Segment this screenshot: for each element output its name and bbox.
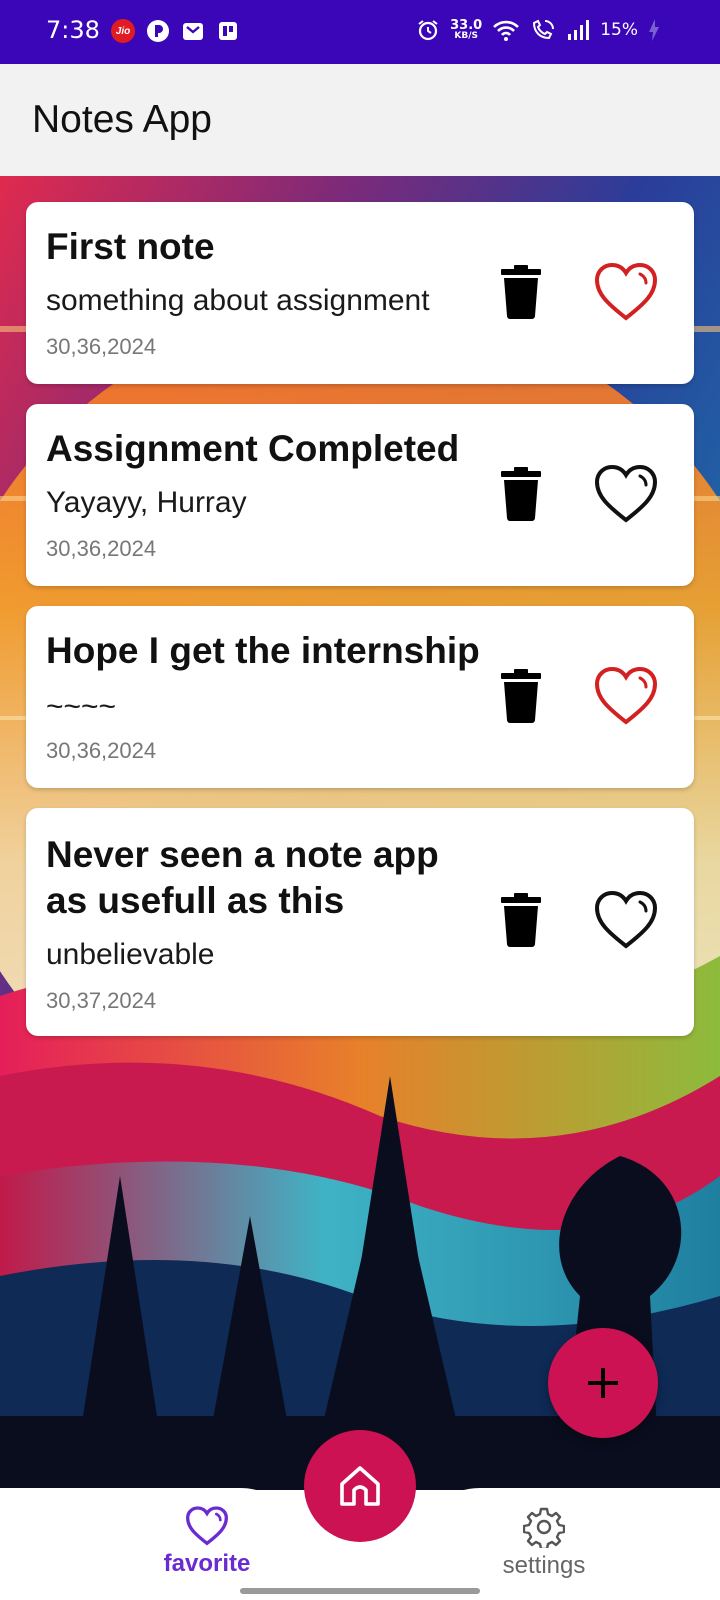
wifi-icon (493, 20, 520, 41)
note-card[interactable]: Hope I get the internship ~~~~ 30,36,202… (26, 606, 694, 788)
status-time: 7:38 (46, 16, 100, 44)
app-notification-icon (145, 18, 171, 44)
plus-icon (588, 1368, 618, 1398)
note-body: ~~~~ (46, 690, 117, 723)
heart-icon (185, 1506, 229, 1546)
note-title: Hope I get the internship (46, 630, 480, 671)
notification-icons: Jio (110, 18, 241, 44)
delete-button[interactable] (496, 890, 546, 950)
nav-label-settings: settings (502, 1552, 586, 1579)
note-title: Assignment Completed (46, 428, 460, 469)
note-date: 30,36,2024 (46, 536, 157, 561)
trash-icon (501, 669, 541, 723)
favorite-button[interactable] (592, 460, 660, 528)
note-body: unbelievable (46, 938, 215, 971)
battery-percentage: 15% (600, 20, 638, 40)
heart-icon (594, 666, 658, 725)
note-body: something about assignment (46, 284, 430, 317)
favorite-button[interactable] (592, 258, 660, 326)
app-bar: Notes App (0, 64, 720, 176)
status-bar: 7:38 Jio 33.0 KB/S 15% (0, 0, 720, 64)
alarm-icon (418, 20, 438, 41)
trash-icon (501, 265, 541, 319)
note-card[interactable]: First note something about assignment 30… (26, 202, 694, 384)
trash-icon (501, 467, 541, 521)
gear-icon (523, 1507, 565, 1548)
home-button[interactable] (304, 1430, 416, 1542)
gesture-navigation-bar[interactable] (240, 1588, 480, 1594)
nav-label-favorite: favorite (163, 1550, 251, 1577)
delete-button[interactable] (496, 666, 546, 726)
add-note-button[interactable] (548, 1328, 658, 1438)
note-date: 30,36,2024 (46, 334, 157, 359)
note-title: Never seen a note app as usefull as this (46, 834, 439, 921)
page-title: Notes App (32, 98, 212, 141)
favorite-button[interactable] (592, 886, 660, 954)
system-icons: 33.0 KB/S 15% (416, 18, 660, 42)
heart-icon (594, 464, 658, 523)
delete-button[interactable] (496, 464, 546, 524)
note-title: First note (46, 226, 215, 267)
heart-icon (594, 262, 658, 321)
note-card[interactable]: Never seen a note app as usefull as this… (26, 808, 694, 1036)
store-notification-icon (215, 18, 241, 44)
jio-icon: Jio (110, 18, 136, 44)
home-icon (340, 1466, 380, 1506)
favorite-button[interactable] (592, 662, 660, 730)
delete-button[interactable] (496, 262, 546, 322)
nav-item-settings[interactable]: settings (464, 1506, 624, 1580)
nav-item-favorite[interactable]: favorite (127, 1506, 287, 1578)
signal-icon (568, 20, 590, 40)
network-speed: 33.0 KB/S (450, 18, 483, 41)
notes-app-screen: 7:38 Jio 33.0 KB/S 15% Notes App First n… (0, 0, 720, 1600)
gmail-notification-icon (180, 18, 206, 44)
note-date: 30,36,2024 (46, 738, 157, 763)
note-date: 30,37,2024 (46, 988, 157, 1013)
note-card[interactable]: Assignment Completed Yayayy, Hurray 30,3… (26, 404, 694, 586)
trash-icon (501, 893, 541, 947)
heart-icon (594, 890, 658, 949)
charging-icon (649, 19, 659, 41)
note-body: Yayayy, Hurray (46, 486, 247, 519)
wifi-calling-icon (533, 19, 555, 40)
